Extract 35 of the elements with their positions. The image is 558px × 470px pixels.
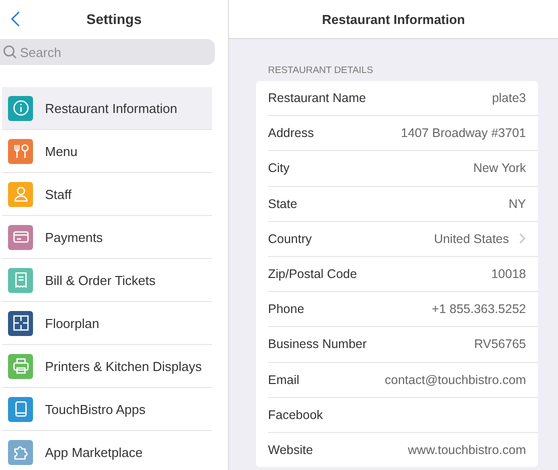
- field-value: 10018: [491, 267, 526, 282]
- sidebar-item[interactable]: Payments: [2, 216, 212, 259]
- sidebar-item[interactable]: Floorplan: [2, 302, 212, 345]
- field-label: Country: [268, 232, 312, 246]
- field-value: www.touchbistro.com: [408, 442, 526, 457]
- back-icon[interactable]: [10, 10, 22, 28]
- field-value: contact@touchbistro.com: [384, 372, 526, 387]
- sidebar-item[interactable]: Restaurant Information: [2, 87, 212, 130]
- sidebar-item[interactable]: App Marketplace: [2, 431, 212, 470]
- field-label: Website: [268, 442, 313, 457]
- field-label: Restaurant Name: [268, 91, 366, 106]
- field-label: Business Number: [268, 337, 367, 352]
- sidebar-item[interactable]: Menu: [2, 130, 212, 173]
- field-label: Phone: [268, 302, 304, 316]
- page-title: Restaurant Information: [229, 0, 558, 39]
- field-label: State: [268, 196, 298, 211]
- field-value: New York: [473, 161, 526, 176]
- field-label: City: [268, 161, 290, 176]
- sidebar-item[interactable]: TouchBistro Apps: [2, 388, 212, 431]
- sidebar-item[interactable]: Bill & Order Tickets: [2, 259, 212, 302]
- field-value: NY: [508, 196, 526, 211]
- section-header: RESTAURANT DETAILS: [268, 65, 374, 76]
- field-label: Zip/Postal Code: [268, 267, 357, 282]
- field-value: +1 855.363.5252: [432, 302, 526, 316]
- sidebar-title: Settings: [86, 11, 142, 27]
- field-value: plate3: [492, 91, 526, 106]
- field-value: 1407 Broadway #3701: [400, 126, 526, 140]
- sidebar-item[interactable]: Printers & Kitchen Displays: [2, 345, 212, 388]
- field-label: Facebook: [268, 408, 323, 422]
- field-value: RV56765: [474, 337, 526, 352]
- sidebar-item[interactable]: Staff: [2, 173, 212, 216]
- search-field[interactable]: Search: [0, 39, 215, 65]
- field-label: Address: [268, 126, 314, 140]
- field-label: Email: [268, 372, 300, 387]
- field-value: United States: [434, 232, 509, 246]
